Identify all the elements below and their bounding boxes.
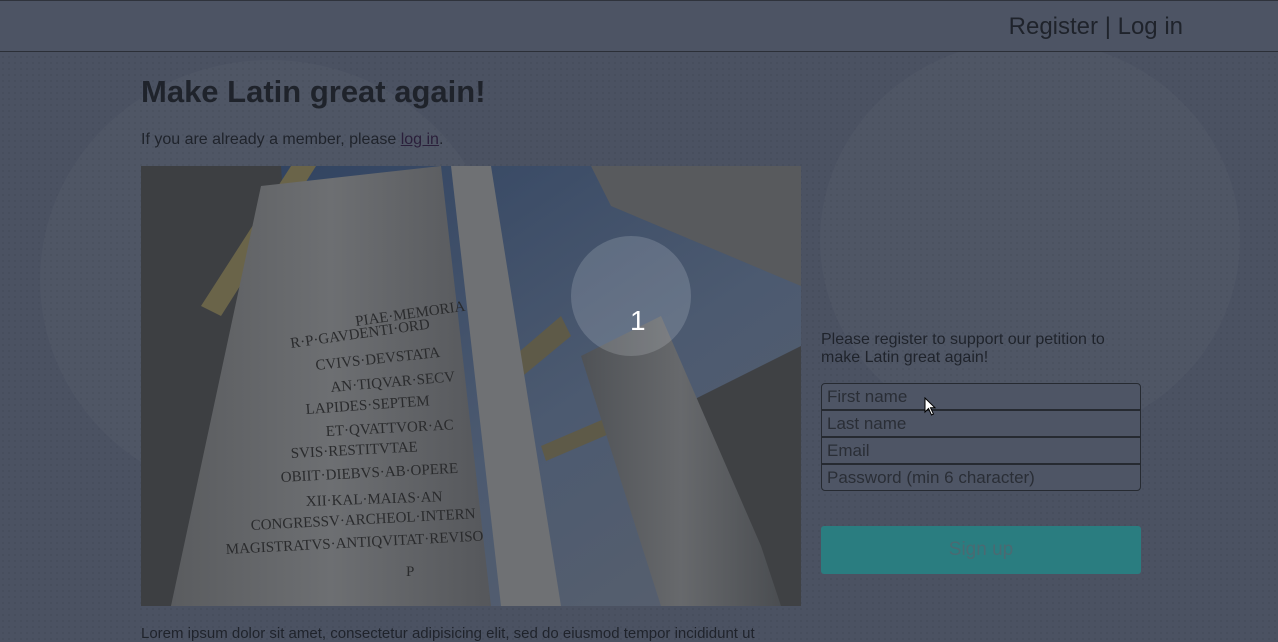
register-note: Please register to support our petition … bbox=[821, 331, 1105, 366]
last-name-input[interactable] bbox=[821, 410, 1141, 437]
top-navigation-bar: Register | Log in bbox=[0, 0, 1278, 52]
first-name-input[interactable] bbox=[821, 383, 1141, 410]
register-link[interactable]: Register bbox=[1009, 13, 1098, 40]
intro-text: If you are already a member, please log … bbox=[141, 131, 443, 149]
background-shape bbox=[820, 40, 1240, 440]
password-input[interactable] bbox=[821, 464, 1141, 491]
auth-separator: | bbox=[1104, 13, 1111, 40]
login-link[interactable]: Log in bbox=[1118, 13, 1183, 40]
email-input[interactable] bbox=[821, 437, 1141, 464]
page: Register | Log in Make Latin great again… bbox=[0, 0, 1278, 642]
intro-prefix: If you are already a member, please bbox=[141, 131, 401, 148]
auth-links: Register | Log in bbox=[1009, 13, 1183, 41]
svg-text:P: P bbox=[406, 564, 414, 580]
body-paragraph: Lorem ipsum dolor sit amet, consectetur … bbox=[141, 625, 755, 642]
intro-login-link[interactable]: log in bbox=[401, 131, 439, 148]
roman-columns-image: PIAE·MEMORIA R·P·GAVDENTI·ORD CVIVS·DEVS… bbox=[141, 166, 801, 606]
sign-up-button[interactable]: Sign up bbox=[821, 526, 1141, 574]
hero-image-carousel[interactable]: PIAE·MEMORIA R·P·GAVDENTI·ORD CVIVS·DEVS… bbox=[141, 166, 801, 606]
page-title: Make Latin great again! bbox=[141, 74, 486, 109]
intro-period: . bbox=[438, 131, 444, 148]
slide-number: 1 bbox=[630, 305, 646, 336]
mouse-pointer-icon bbox=[924, 397, 937, 416]
